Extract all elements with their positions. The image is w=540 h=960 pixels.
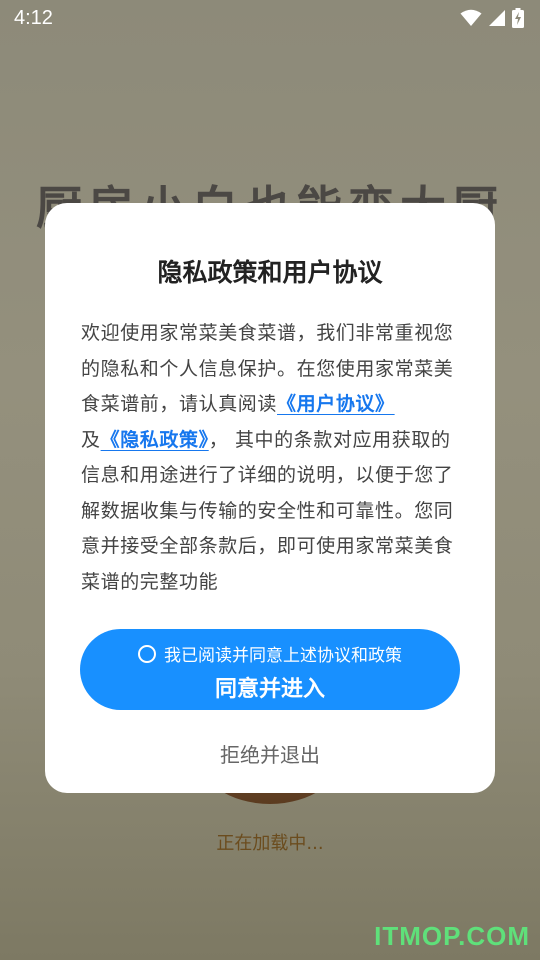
watermark: ITMOP.COM	[374, 921, 530, 951]
dialog-body: 欢迎使用家常菜美食菜谱，我们非常重视您的隐私和个人信息保护。在您使用家常菜美食菜…	[81, 316, 465, 600]
status-bar: 4:12	[0, 0, 540, 36]
privacy-policy-link[interactable]: 《隐私政策》	[101, 429, 209, 451]
signal-icon	[488, 9, 506, 27]
app-screen: 厨房小白也能变大厨 正在加载中... ITMOP.COM 4:12 隐私政策和用…	[0, 0, 540, 960]
loading-text: 正在加载中...	[216, 833, 324, 854]
agree-button-label: 同意并进入	[214, 677, 325, 702]
status-time: 4:12	[14, 6, 53, 29]
privacy-dialog: 隐私政策和用户协议 欢迎使用家常菜美食菜谱，我们非常重视您的隐私和个人信息保护。…	[45, 203, 495, 793]
agreement-radio-icon[interactable]	[138, 644, 156, 663]
body-and-text: 及	[81, 428, 101, 451]
body-rest-text: ， 其中的条款对应用获取的信息和用途进行了详细的说明，以便于您了解数据收集与传输…	[81, 428, 454, 593]
agree-and-enter-button[interactable]: 我已阅读并同意上述协议和政策 同意并进入	[80, 629, 460, 710]
status-icons	[460, 8, 524, 28]
user-agreement-link[interactable]: 《用户协议》	[277, 393, 395, 415]
agreement-checkbox-row[interactable]: 我已阅读并同意上述协议和政策	[80, 641, 460, 666]
dialog-title: 隐私政策和用户协议	[157, 258, 383, 287]
body-intro-text: 欢迎使用家常菜美食菜谱，我们非常重视您的隐私和个人信息保护。在您使用家常菜美食菜…	[81, 322, 454, 415]
battery-charging-icon	[512, 8, 524, 28]
agreement-checkbox-label: 我已阅读并同意上述协议和政策	[164, 646, 402, 666]
reject-and-exit-button[interactable]: 拒绝并退出	[45, 739, 495, 768]
wifi-icon	[460, 9, 482, 27]
